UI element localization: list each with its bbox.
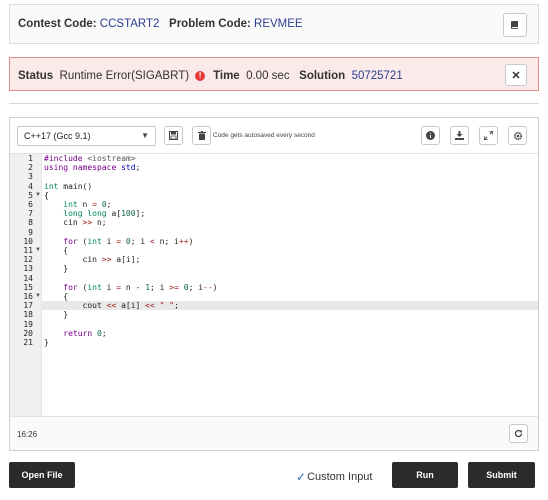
contest-code-label: Contest Code: (18, 18, 97, 30)
settings-button[interactable] (508, 126, 527, 145)
problem-statement-button[interactable] (503, 13, 527, 37)
status-value: Runtime Error(SIGABRT) (59, 70, 190, 82)
fold-arrow-icon[interactable]: ▼ (35, 293, 41, 299)
language-value: C++17 (Gcc 9.1) (24, 131, 91, 141)
settings-icon (513, 131, 522, 140)
time-label: Time (213, 70, 240, 82)
save-icon (169, 131, 178, 140)
code-line: cout << a[i] << " "; (44, 301, 179, 311)
line-number: 6 (28, 200, 33, 209)
line-number: 9 (28, 227, 33, 237)
submit-button[interactable]: Submit (468, 462, 535, 488)
contest-code-value: CCSTART2 (99, 18, 160, 30)
close-icon: ✕ (511, 69, 521, 82)
checkmark-icon: ✓ (296, 470, 307, 484)
code-line: { (44, 292, 69, 301)
refresh-icon (514, 429, 523, 438)
fold-arrow-icon[interactable]: ▼ (35, 247, 41, 253)
line-number: 12 (23, 255, 33, 265)
line-number: 10 (23, 236, 33, 246)
custom-input-label: Custom Input (307, 471, 373, 483)
line-number: 11 (23, 246, 33, 255)
book-icon (511, 21, 518, 29)
language-select[interactable]: C++17 (Gcc 9.1) ▼ (17, 126, 156, 146)
line-number: 18 (23, 310, 33, 320)
code-line: for (int i = 0; i < n; i++) (63, 236, 194, 246)
fold-arrow-icon[interactable]: ▼ (35, 192, 41, 198)
reset-code-button[interactable] (509, 424, 528, 443)
solution-link[interactable]: 50725721 (352, 70, 403, 82)
code-line: cin >> n; (44, 218, 107, 228)
clear-code-button[interactable] (192, 126, 211, 145)
code-line: #include <iostream> (44, 154, 136, 163)
line-number: 5 (28, 190, 33, 200)
code-line: } (44, 264, 69, 274)
problem-code-value: REVMEE (254, 18, 303, 30)
save-button[interactable] (164, 126, 183, 145)
line-number: 2 (28, 163, 33, 173)
line-number: 7 (28, 209, 33, 219)
error-icon: ! (195, 71, 206, 81)
download-icon (455, 131, 464, 140)
code-line: } (44, 310, 69, 320)
problem-header-text: Contest Code: CCSTART2 Problem Code: REV… (18, 18, 303, 30)
line-number: 4 (28, 181, 33, 191)
code-line: using namespace std; (44, 163, 141, 173)
code-line: int main() (44, 181, 93, 191)
status-line: Status Runtime Error(SIGABRT) ! Time 0.0… (18, 70, 403, 82)
line-gutter: 1 2 3 4 5 ▼ 6 7 8 9 10 11 ▼ 12 13 14 15 … (10, 154, 42, 416)
editor-toolbar: C++17 (Gcc 9.1) ▼ Code gets autosaved ev… (10, 118, 538, 154)
code-line: return 0; (63, 328, 107, 338)
code-editor: C++17 (Gcc 9.1) ▼ Code gets autosaved ev… (9, 117, 539, 451)
line-number: 20 (23, 328, 33, 338)
code-line: int n = 0; (63, 200, 112, 209)
open-file-button[interactable]: Open File (9, 462, 75, 488)
custom-input-toggle[interactable]: ✓ Custom Input (296, 470, 372, 484)
info-icon (426, 131, 435, 140)
code-line: } (44, 338, 49, 347)
editor-footer: 16:26 (10, 416, 538, 450)
cursor-position: 16:26 (17, 430, 38, 439)
line-number: 14 (23, 273, 33, 283)
fullscreen-button[interactable] (479, 126, 498, 145)
status-bar: Status Runtime Error(SIGABRT) ! Time 0.0… (9, 57, 539, 91)
problem-code-label: Problem Code: (169, 18, 251, 30)
chevron-down-icon: ▼ (141, 131, 149, 140)
time-value: 0.00 sec (246, 70, 290, 82)
code-area[interactable]: 1 2 3 4 5 ▼ 6 7 8 9 10 11 ▼ 12 13 14 15 … (10, 154, 538, 416)
expand-icon (484, 131, 493, 140)
line-number: 8 (28, 218, 33, 228)
line-number: 3 (28, 172, 33, 182)
info-button[interactable] (421, 126, 440, 145)
code-line: { (44, 190, 49, 200)
line-number: 13 (23, 264, 33, 274)
code-line: cin >> a[i]; (44, 255, 141, 265)
line-number: 17 (23, 301, 33, 311)
autosave-note: Code gets autosaved every second (213, 132, 315, 139)
trash-icon (197, 131, 206, 140)
line-number: 19 (23, 319, 33, 329)
code-line: { (44, 246, 69, 255)
download-button[interactable] (450, 126, 469, 145)
status-label: Status (18, 70, 54, 82)
line-number: 21 (23, 338, 33, 347)
line-number: 15 (23, 282, 33, 292)
close-status-button[interactable]: ✕ (505, 64, 527, 86)
line-number: 16 (23, 292, 33, 301)
code-line: long long a[100]; (63, 209, 146, 219)
solution-label: Solution (299, 70, 346, 82)
run-button[interactable]: Run (392, 462, 458, 488)
problem-header: Contest Code: CCSTART2 Problem Code: REV… (9, 4, 539, 44)
code-line: for (int i = n - 1; i >= 0; i--) (63, 282, 218, 292)
divider (9, 103, 539, 104)
line-number: 1 (28, 154, 33, 163)
